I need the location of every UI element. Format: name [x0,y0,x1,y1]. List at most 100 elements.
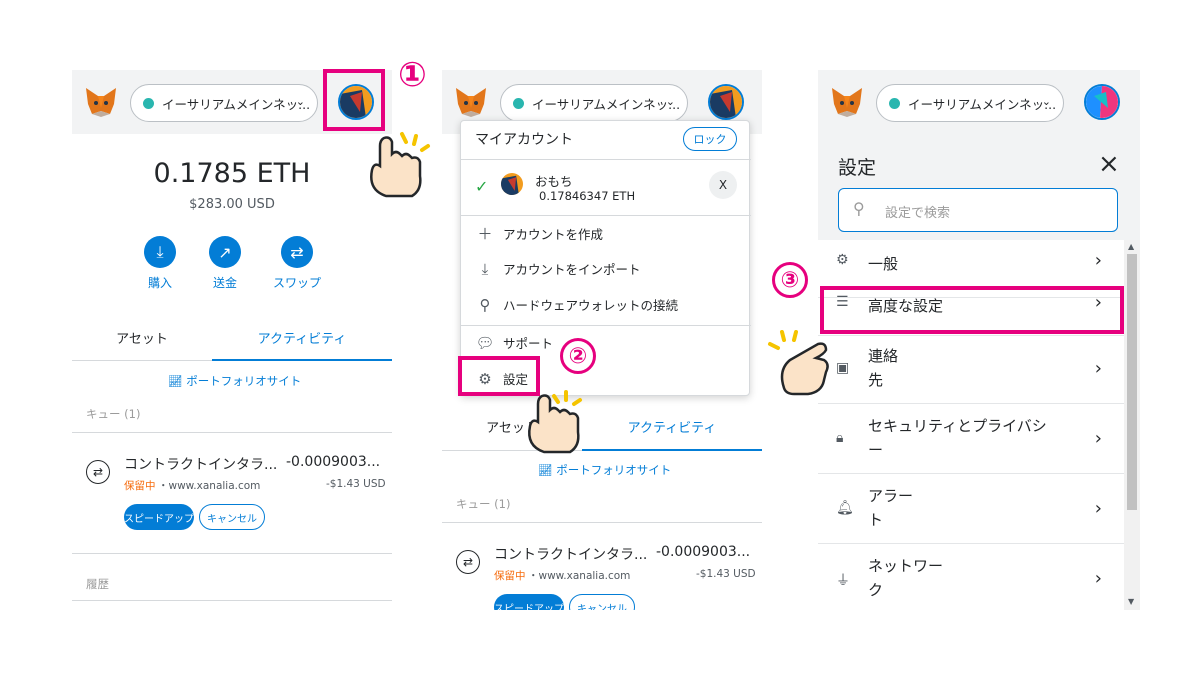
arrow-up-right-icon: ↗ [218,242,232,262]
network-label: イーサリアムメインネッ... [908,96,1057,112]
metamask-fox-icon [832,88,862,117]
gear-icon: ⚙ [836,252,849,268]
queue-label: キュー (1) [86,407,141,421]
tx-usd: -$1.43 USD [696,568,756,580]
step3-number: ③ [772,262,808,298]
scrollbar-thumb[interactable] [1127,254,1137,510]
chart-icon: 📈︎ [168,374,183,388]
lock-button[interactable]: ロック [683,127,737,151]
menu-title: マイアカウント [475,132,573,148]
tx-icon: ⇄ [456,550,480,574]
tx-site: ・www.xanalia.com [158,480,261,492]
portfolio-link-label: ポートフォリオサイト [186,374,302,388]
settings-row-networks[interactable]: ⏚ ネットワー ク › [818,544,1124,610]
account-avatar-small [501,173,523,195]
swap-label: スワップ [272,276,321,290]
settings-row-label: 連絡 先 [868,347,899,389]
settings-search-field[interactable]: ⚲ 設定で検索 [838,188,1118,232]
account-balance: 0.17846347 ETH [539,189,636,203]
speedup-button[interactable]: スピードアップ [494,594,564,610]
pointing-hand-icon [768,330,829,396]
create-account-label: アカウントを作成 [503,227,604,242]
chevron-down-icon: ⌄ [665,95,675,108]
metamask-fox-icon [86,88,116,117]
plug-icon: ⏚ [836,573,850,589]
tab-activity[interactable]: アクティビティ [212,328,392,347]
scrollbar-track[interactable]: ▲ ▼ [1124,240,1140,610]
cancel-tx-button[interactable]: キャンセル [569,594,635,610]
settings-row-security[interactable]: 🔒︎ セキュリティとプライバシ ー › [818,404,1124,474]
chevron-down-icon: ⌄ [1041,95,1051,108]
step1-highlight [323,69,385,131]
account-avatar[interactable] [1084,84,1120,120]
cancel-tx-button[interactable]: キャンセル [199,504,265,530]
send-button[interactable]: ↗ [209,236,241,268]
network-selector[interactable]: イーサリアムメインネッ... ⌄ [130,84,318,122]
speedup-button[interactable]: スピードアップ [124,504,194,530]
portfolio-link[interactable]: 📈︎ ポートフォリオサイト [538,462,671,478]
tab-activity[interactable]: アクティビティ [582,417,762,436]
create-account-item[interactable]: ＋ アカウントを作成 [475,223,603,244]
download-icon: ⤓ [156,242,164,261]
import-account-label: アカウントをインポート [503,262,641,277]
buy-button[interactable]: ⤓ [144,236,176,268]
account-menu-panel: イーサリアムメインネッ... ⌄ アセット アクティビティ 📈︎ ポートフォリオ… [442,70,762,610]
tx-title[interactable]: コントラクトインタラ... [124,454,277,474]
account-menu: マイアカウント ロック ✓ おもち 0.17846347 ETH X ＋ アカウン… [460,120,751,396]
chat-icon: 💬︎ [475,333,495,352]
account-name[interactable]: おもち [535,171,573,190]
pointing-hand-icon [370,132,430,198]
network-label: イーサリアムメインネッ... [532,96,681,112]
tx-status: 保留中 [494,570,526,582]
tx-usd: -$1.43 USD [326,478,386,490]
history-divider [72,600,392,601]
portfolio-link-label: ポートフォリオサイト [556,463,672,477]
support-item[interactable]: 💬︎ サポート [475,333,553,352]
checkmark-icon: ✓ [475,177,489,196]
scroll-down-arrow[interactable]: ▼ [1128,597,1134,606]
network-selector[interactable]: イーサリアムメインネッ... ⌄ [876,84,1064,122]
swap-button[interactable]: ⇄ [281,236,313,268]
network-status-dot [513,97,524,109]
settings-row-label: セキュリティとプライバシ ー [868,417,1047,459]
tx-title[interactable]: コントラクトインタラ... [494,544,647,564]
connect-hardware-item[interactable]: ⚲ ハードウェアウォレットの接続 [475,295,679,314]
close-account-button[interactable]: X [709,171,737,199]
settings-row-contacts[interactable]: ▣ 連絡 先 › [818,336,1124,404]
step3-highlight [820,286,1124,334]
balance-eth: 0.1785 ETH [153,158,311,189]
metamask-fox-icon [456,88,486,117]
tx-site: ・www.xanalia.com [528,570,631,582]
import-account-item[interactable]: ⤓ アカウントをインポート [475,259,641,278]
menu-divider [461,215,751,216]
tx-status: 保留中 [124,480,156,492]
chevron-right-icon: › [1094,358,1102,379]
network-selector[interactable]: イーサリアムメインネッ... ⌄ [500,84,688,122]
history-label: 履歴 [86,577,109,591]
search-icon: ⚲ [853,199,865,218]
tab-active-indicator [212,359,392,361]
portfolio-link[interactable]: 📈︎ ポートフォリオサイト [168,373,301,389]
tab-assets[interactable]: アセット [72,328,212,347]
settings-row-label: アラー ト [868,487,914,529]
send-label: 送金 [212,276,237,290]
settings-title: 設定 [838,157,877,179]
queue-divider [442,522,762,523]
tx-amount: -0.0009003... [286,454,381,470]
support-label: サポート [503,336,554,351]
tx-amount: -0.0009003... [656,544,751,560]
tab-active-indicator [582,449,762,451]
scroll-up-arrow[interactable]: ▲ [1128,242,1134,251]
network-status-dot [889,97,900,109]
chevron-right-icon: › [1094,568,1102,589]
menu-divider [461,325,751,326]
close-settings-button[interactable]: × [1098,150,1120,178]
step2-number: ② [560,338,596,374]
tx-divider [72,553,392,554]
settings-row-alerts[interactable]: 🔔︎ アラー ト › [818,474,1124,544]
account-avatar[interactable] [708,84,744,120]
usb-icon: ⚲ [479,295,491,314]
chevron-right-icon: › [1094,428,1102,449]
settings-row-label: 一般 [868,255,899,273]
chevron-right-icon: › [1094,498,1102,519]
